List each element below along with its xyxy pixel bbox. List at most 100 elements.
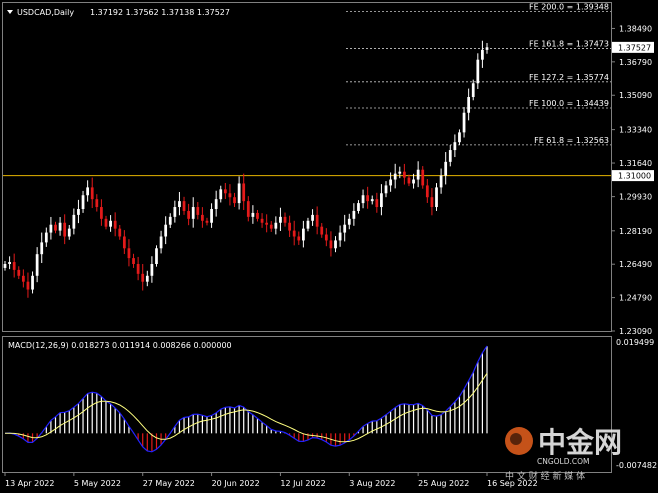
date-tick-label: 27 May 2022 [143, 479, 195, 488]
candle-body [324, 234, 328, 241]
candle-body [136, 264, 140, 274]
macd-label: MACD(12,26,9) 0.018273 0.011914 0.008266… [8, 341, 232, 350]
candle-body [343, 224, 347, 233]
candle-body [297, 236, 301, 241]
candle-body [191, 207, 195, 219]
candle-body [393, 173, 397, 180]
candle-body [8, 262, 11, 265]
fib-level-label: FE 127.2 = 1.35774 [529, 73, 609, 82]
candle-body [44, 232, 48, 243]
date-tick-label: 3 Aug 2022 [349, 479, 395, 488]
candle-body [485, 47, 489, 50]
candle-body [476, 59, 480, 84]
candle-body [182, 201, 186, 211]
candle-body [210, 208, 213, 223]
candle-body [159, 236, 163, 249]
candle-body [370, 199, 374, 202]
price-tick-label: 1.31640 [619, 159, 652, 168]
candle-body [389, 179, 392, 186]
candle-body [155, 248, 158, 265]
macd-axis-top: 0.019499 [616, 338, 654, 347]
candle-body [425, 185, 429, 198]
candle-body [127, 248, 131, 259]
candle-body [113, 220, 117, 229]
candle-body [3, 264, 7, 268]
candle-body [81, 195, 85, 209]
date-tick-label: 13 Apr 2022 [5, 479, 54, 488]
candle-body [439, 175, 443, 188]
cngold-watermark: 中金网 CNGOLD.COM 中 文 财 经 新 媒 体 [505, 426, 622, 482]
candle-body [352, 210, 356, 219]
candle-body [31, 275, 34, 290]
logo-emblem-inner [510, 433, 522, 445]
candle-body [58, 222, 62, 231]
candle-body [40, 242, 44, 255]
candle-body [223, 189, 227, 194]
candle-body [164, 224, 168, 237]
date-tick-label: 12 Jul 2022 [280, 479, 325, 488]
candle-body [187, 210, 190, 219]
candle-body [283, 216, 287, 223]
candle-body [205, 220, 209, 223]
candle-body [347, 218, 351, 225]
level-price-label: 1.31000 [618, 172, 651, 181]
symbol-label: USDCAD,Daily [17, 8, 74, 17]
candle-body [242, 183, 246, 202]
candle-body [361, 195, 365, 204]
candle-body [109, 220, 112, 227]
candle-body [458, 132, 461, 143]
candle-body [471, 83, 475, 98]
price-tick-label: 1.28190 [619, 227, 652, 236]
price-tick-label: 1.38490 [619, 24, 652, 33]
candle-body [168, 216, 172, 225]
candle-body [338, 232, 342, 241]
candle-body [453, 142, 457, 151]
candle-body [12, 262, 16, 270]
price-tick-label: 1.33340 [619, 126, 652, 135]
candle-body [141, 273, 145, 282]
date-axis: 13 Apr 2022 5 May 2022 27 May 2022 20 Jun 2… [4, 473, 538, 488]
price-tick-label: 1.36790 [619, 58, 652, 67]
watermark-domain: CNGOLD.COM [537, 457, 590, 466]
candle-body [430, 197, 434, 208]
candle-body [265, 222, 269, 225]
candle-body [132, 258, 135, 265]
candle-body [95, 199, 99, 208]
date-tick-label: 20 Jun 2022 [212, 479, 260, 488]
candle-body [260, 218, 264, 223]
candle-body [201, 214, 204, 221]
candle-body [118, 228, 122, 237]
candle-body [49, 224, 53, 233]
candle-body [26, 281, 30, 290]
candle-body [315, 214, 319, 227]
candle-body [104, 218, 108, 227]
candle-body [435, 187, 438, 208]
candle-body [467, 97, 471, 113]
candle-body [302, 228, 305, 241]
candle-body [90, 187, 94, 200]
candle-body [72, 214, 76, 229]
candle-body [63, 222, 67, 237]
candle-body [77, 208, 80, 215]
macd-axis-bottom: -0.007482 [616, 461, 657, 470]
candle-body [306, 220, 310, 229]
candle-body [145, 275, 149, 282]
candle-body [17, 269, 21, 276]
candle-body [274, 222, 278, 229]
candle-body [375, 199, 379, 208]
candle-body [421, 169, 425, 186]
ohlc-readout: 1.37192 1.37562 1.37138 1.37527 [90, 8, 230, 17]
candle-body [398, 171, 402, 174]
candle-body [292, 230, 296, 237]
candle-body [21, 275, 25, 282]
candle-body [228, 193, 232, 198]
candle-body [366, 195, 370, 202]
candle-body [334, 240, 337, 249]
candle-body [100, 207, 103, 219]
candle-body [150, 264, 154, 276]
price-tick-label: 1.29930 [619, 193, 652, 202]
candle-body [416, 169, 420, 180]
candle-body [269, 224, 273, 229]
candle-body [178, 201, 181, 208]
candle-body [246, 201, 250, 217]
